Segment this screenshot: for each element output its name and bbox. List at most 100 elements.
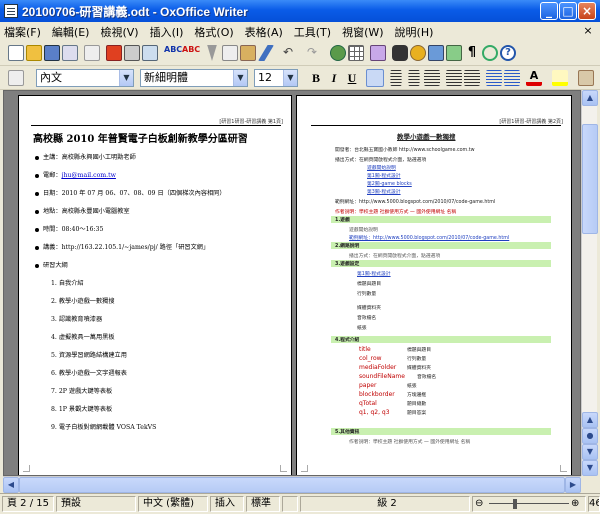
align-left-icon[interactable] (366, 69, 384, 87)
edit-file-icon[interactable] (84, 45, 100, 61)
spellcheck-icon[interactable]: ABC (164, 45, 182, 61)
background-color-icon[interactable] (578, 70, 594, 86)
copy-icon[interactable] (222, 45, 238, 61)
help-icon[interactable]: ? (500, 45, 516, 61)
email-link[interactable]: jhu@mail.com.tw (62, 172, 116, 179)
insert-mode[interactable]: 插入 (210, 496, 244, 512)
menu-insert[interactable]: 插入(I) (150, 24, 184, 40)
text-line: 範例網址：http://www.5000.blogspot.com/2010/0… (335, 200, 496, 205)
scroll-left-icon[interactable]: ◀ (3, 477, 19, 493)
section-band (331, 216, 551, 223)
zoom-icon[interactable] (482, 45, 498, 61)
close-button[interactable]: × (578, 2, 596, 20)
gallery-icon[interactable] (428, 45, 444, 61)
scroll-right-icon[interactable]: ▶ (565, 477, 581, 493)
page-1[interactable]: [研習1研習-研習講義 第1頁] 高校縣 2010 年普賢電子白板創新教學分區研… (18, 95, 292, 475)
zoom-percent[interactable]: 46% (588, 496, 600, 512)
zoom-in-icon[interactable]: ⊕ (571, 497, 579, 511)
paragraph-style-select[interactable]: 內文 ▼ (36, 69, 134, 87)
redo-icon[interactable]: ↷ (304, 45, 320, 61)
zoom-thumb[interactable] (513, 499, 517, 509)
chevron-down-icon[interactable]: ▼ (283, 70, 297, 86)
cut-icon[interactable] (207, 45, 217, 61)
language-indicator[interactable]: 中文 (繁體) (138, 496, 208, 512)
maximize-button[interactable]: □ (559, 2, 577, 20)
styles-formatting-icon[interactable] (8, 70, 24, 86)
print-preview-icon[interactable] (142, 45, 158, 61)
minimize-button[interactable]: _ (540, 2, 558, 20)
menu-tools[interactable]: 工具(T) (294, 24, 331, 40)
email-icon[interactable] (62, 45, 78, 61)
highlight-icon[interactable] (552, 70, 568, 86)
export-pdf-icon[interactable] (106, 45, 122, 61)
vertical-scroll-thumb[interactable] (582, 124, 598, 234)
find-replace-icon[interactable] (392, 45, 408, 61)
increase-indent-icon[interactable] (504, 70, 520, 86)
italic-button[interactable]: I (326, 70, 342, 86)
navigation-dot-icon[interactable]: ● (582, 428, 598, 444)
table-icon[interactable] (348, 45, 364, 61)
scroll-down-icon[interactable]: ▼ (582, 460, 598, 476)
param-item: blockborder (359, 391, 395, 398)
margin-corner (280, 465, 287, 472)
font-size-select[interactable]: 12 ▼ (254, 69, 298, 87)
outline-item: 9. 電子白板對網網載體 VOSA TekVS (51, 424, 157, 431)
new-document-icon[interactable] (8, 45, 24, 61)
align-center-icon[interactable] (390, 70, 402, 86)
zoom-slider[interactable]: ⊖ ⊕ (472, 496, 586, 512)
menu-format[interactable]: 格式(O) (194, 24, 233, 40)
scroll-next-page-icon[interactable]: ▼ (582, 444, 598, 460)
link-item[interactable]: 第1關-程式設計 (367, 172, 401, 179)
menu-edit[interactable]: 編輯(E) (52, 24, 90, 40)
vertical-scrollbar[interactable]: ▲ ▲ ● ▼ ▼ (581, 90, 598, 476)
document-workspace[interactable]: [研習1研習-研習講義 第1頁] 高校縣 2010 年普賢電子白板創新教學分區研… (3, 90, 581, 476)
font-name-select[interactable]: 新細明體 ▼ (140, 69, 248, 87)
justify-icon[interactable] (424, 70, 440, 86)
formatting-marks-icon[interactable]: ¶ (464, 45, 480, 61)
link-item[interactable]: 遊戲開始說明 (367, 164, 396, 171)
page-2[interactable]: [研習1研習-研習講義 第2頁] 教學小遊戲一數獨搜 開發者：台北縣五寶國小教師… (296, 95, 572, 475)
navigator-icon[interactable] (410, 45, 426, 61)
horizontal-scroll-thumb[interactable] (19, 477, 565, 493)
scroll-prev-page-icon[interactable]: ▲ (582, 412, 598, 428)
data-sources-icon[interactable] (446, 45, 462, 61)
menu-window[interactable]: 視窗(W) (342, 24, 383, 40)
underline-button[interactable]: U (344, 70, 360, 86)
print-icon[interactable] (124, 45, 140, 61)
save-icon[interactable] (44, 45, 60, 61)
decrease-indent-icon[interactable] (486, 70, 502, 86)
param-item: col_row (359, 355, 382, 362)
link-item[interactable]: 第2關-game blocks (367, 180, 412, 187)
chevron-down-icon[interactable]: ▼ (119, 70, 133, 86)
bold-button[interactable]: B (308, 70, 324, 86)
bullets-icon[interactable] (464, 70, 480, 86)
window-title: 20100706-研習講義.odt - OxOffice Writer (22, 4, 248, 19)
menu-table[interactable]: 表格(A) (245, 24, 283, 40)
open-folder-icon[interactable] (26, 45, 42, 61)
chevron-down-icon[interactable]: ▼ (233, 70, 247, 86)
show-draw-functions-icon[interactable] (370, 45, 386, 61)
link-item[interactable]: 範例網址：http://www.5000.blogspot.com/2010/0… (349, 234, 509, 241)
autospellcheck-icon[interactable]: ABC (182, 45, 200, 61)
page-indicator[interactable]: 頁 2 / 15 (2, 496, 54, 512)
undo-icon[interactable]: ↶ (280, 45, 296, 61)
link-item[interactable]: 第1關-程式設計 (357, 270, 391, 277)
menu-view[interactable]: 檢視(V) (100, 24, 138, 40)
scroll-up-icon[interactable]: ▲ (582, 90, 598, 106)
page-style[interactable]: 預設 (56, 496, 136, 512)
align-right-icon[interactable] (408, 70, 420, 86)
font-color-icon[interactable]: A (526, 70, 542, 86)
selection-mode[interactable]: 標準 (246, 496, 280, 512)
menu-help[interactable]: 說明(H) (395, 24, 434, 40)
hyperlink-icon[interactable] (330, 45, 346, 61)
numbering-icon[interactable] (446, 70, 462, 86)
menu-file[interactable]: 檔案(F) (4, 24, 41, 40)
list-item: 地點：高校縣永豐國小電腦教室 (35, 206, 130, 215)
format-paintbrush-icon[interactable] (258, 45, 274, 61)
zoom-out-icon[interactable]: ⊖ (475, 497, 483, 511)
paste-icon[interactable] (240, 45, 256, 61)
outline-level: 級 2 (300, 496, 470, 512)
horizontal-scrollbar[interactable]: ◀ ▶ (3, 476, 581, 493)
link-item[interactable]: 第3關-程式設計 (367, 188, 401, 195)
close-document-icon[interactable]: × (582, 25, 594, 37)
